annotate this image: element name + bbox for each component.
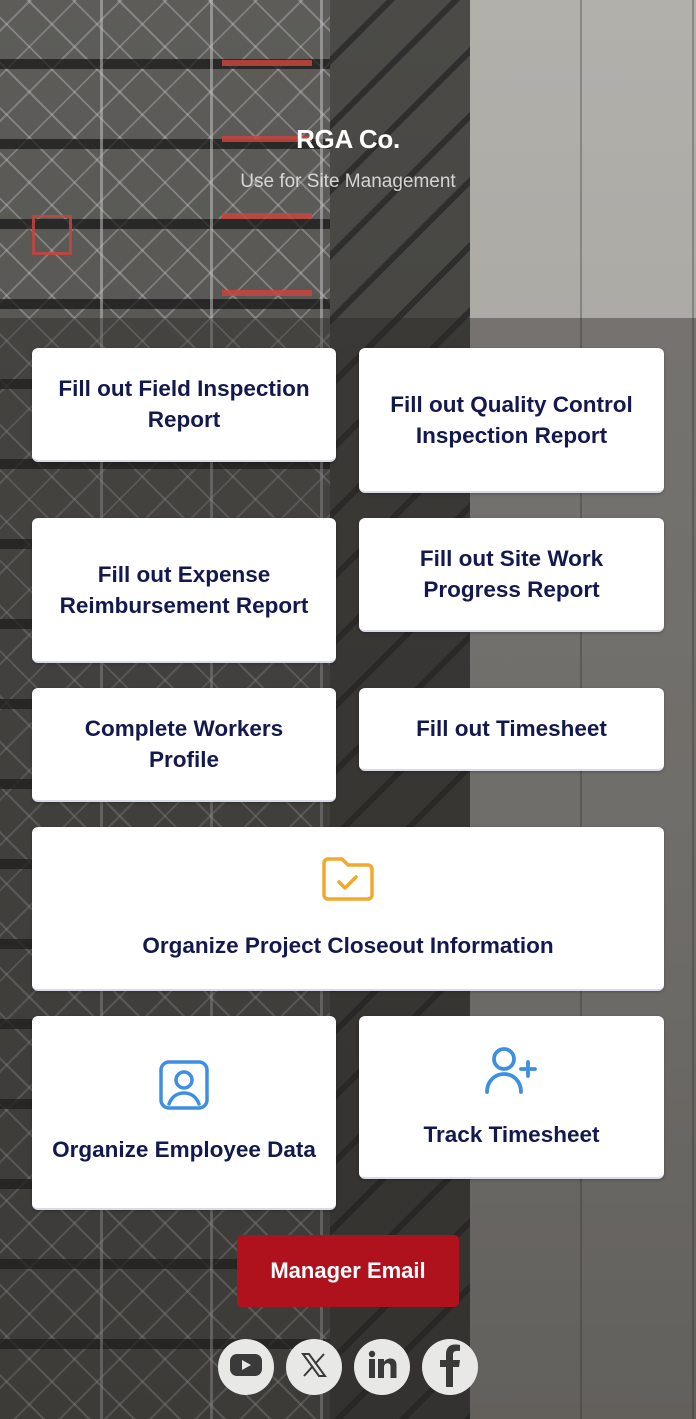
field-inspection-report-button[interactable]: Fill out Field Inspection Report [32,348,336,462]
expense-reimbursement-report-button[interactable]: Fill out Expense Reimbursement Report [32,518,336,663]
button-label: Fill out Expense Reimbursement Report [59,561,309,618]
x-link[interactable] [286,1339,342,1395]
button-label: Fill out Timesheet [416,716,607,741]
project-closeout-button[interactable]: Organize Project Closeout Information [32,827,664,991]
button-label: Complete Workers Profile [84,716,284,772]
site-work-progress-report-button[interactable]: Fill out Site Work Progress Report [359,518,664,632]
x-icon [300,1351,328,1384]
quality-control-inspection-report-button[interactable]: Fill out Quality Control Inspection Repo… [359,348,664,493]
user-add-icon [482,1044,542,1101]
button-label: Fill out Field Inspection Report [58,376,310,432]
app-subtitle: Use for Site Management [240,171,456,192]
organize-employee-data-button[interactable]: Organize Employee Data [32,1016,336,1210]
button-label: Track Timesheet [423,1121,600,1147]
folder-check-icon [320,855,376,908]
manager-email-button[interactable]: Manager Email [237,1235,459,1307]
fill-out-timesheet-button[interactable]: Fill out Timesheet [359,688,664,771]
button-label: Organize Employee Data [52,1137,316,1162]
complete-workers-profile-button[interactable]: Complete Workers Profile [32,688,336,802]
youtube-icon [228,1351,264,1384]
linkedin-link[interactable] [354,1339,410,1395]
button-label: Organize Project Closeout Information [142,933,554,958]
app-header: RGA Co. Use for Site Management [0,0,696,318]
button-label: Fill out Site Work Progress Report [419,546,604,602]
app-title: RGA Co. [296,124,400,154]
facebook-icon [433,1343,467,1392]
user-portrait-icon [158,1059,210,1116]
youtube-link[interactable] [218,1339,274,1395]
button-label: Fill out Quality Control Inspection Repo… [390,391,633,448]
facebook-link[interactable] [422,1339,478,1395]
track-timesheet-button[interactable]: Track Timesheet [359,1016,664,1179]
linkedin-icon [367,1350,397,1385]
